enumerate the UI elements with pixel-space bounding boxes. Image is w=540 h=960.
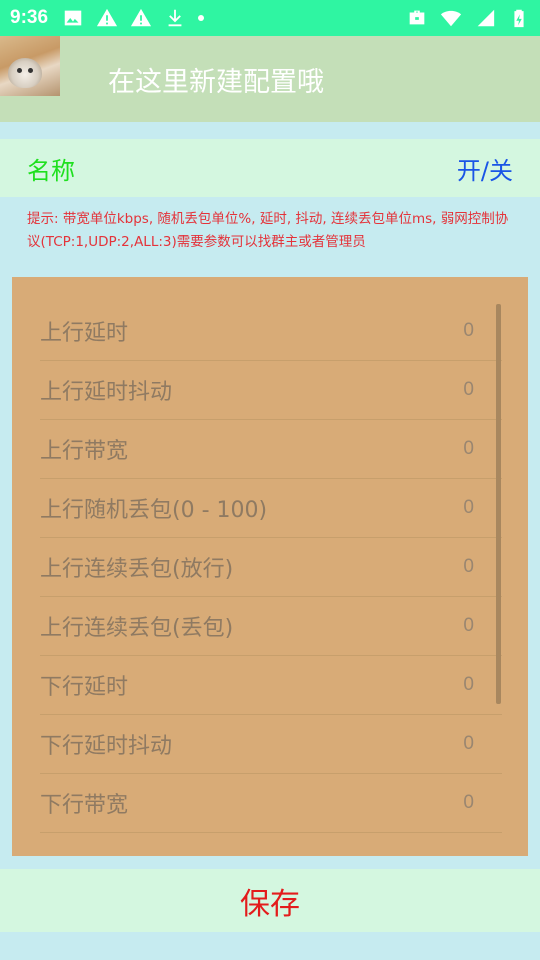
briefcase-icon — [406, 7, 428, 29]
param-row-uplink-burst-drop[interactable]: 上行连续丢包(丢包) 0 — [40, 597, 502, 656]
param-label: 上行连续丢包(丢包) — [40, 616, 234, 641]
wifi-icon — [440, 7, 462, 29]
system-icons — [406, 7, 530, 29]
param-row-downlink-delay[interactable]: 下行延时 0 — [40, 656, 502, 715]
param-row-uplink-delay[interactable]: 上行延时 0 — [40, 302, 502, 361]
page-title: 在这里新建配置哦 — [108, 67, 324, 98]
name-label[interactable]: 名称 — [27, 151, 75, 186]
param-row-uplink-bandwidth[interactable]: 上行带宽 0 — [40, 420, 502, 479]
notification-icons — [62, 7, 205, 29]
param-row-downlink-bandwidth[interactable]: 下行带宽 0 — [40, 774, 502, 833]
warning-icon — [130, 7, 152, 29]
battery-charging-icon — [508, 7, 530, 29]
param-row-uplink-random-loss[interactable]: 上行随机丢包(0 - 100) 0 — [40, 479, 502, 538]
param-label: 下行带宽 — [40, 793, 129, 818]
param-value-input[interactable]: 0 — [463, 438, 474, 460]
param-value-input[interactable]: 0 — [463, 497, 474, 519]
param-list: 上行延时 0 上行延时抖动 0 上行带宽 0 上行随机丢包(0 - 100) 0… — [40, 302, 502, 833]
param-row-uplink-jitter[interactable]: 上行延时抖动 0 — [40, 361, 502, 420]
avatar[interactable] — [0, 36, 60, 96]
param-row-downlink-jitter[interactable]: 下行延时抖动 0 — [40, 715, 502, 774]
param-label: 上行延时 — [40, 321, 129, 346]
param-panel: 上行延时 0 上行延时抖动 0 上行带宽 0 上行随机丢包(0 - 100) 0… — [12, 277, 528, 856]
param-label: 上行带宽 — [40, 439, 129, 464]
on-off-toggle[interactable]: 开/关 — [457, 151, 513, 186]
param-label: 上行随机丢包(0 - 100) — [40, 498, 268, 523]
download-icon — [164, 7, 186, 29]
param-value-input[interactable]: 0 — [463, 674, 474, 696]
name-row: 名称 开/关 — [0, 139, 540, 197]
param-row-uplink-burst-pass[interactable]: 上行连续丢包(放行) 0 — [40, 538, 502, 597]
app-header: 在这里新建配置哦 — [0, 36, 540, 122]
cat-avatar-image — [8, 58, 42, 88]
param-value-input[interactable]: 0 — [463, 615, 474, 637]
param-value-input[interactable]: 0 — [463, 556, 474, 578]
status-time: 9:36 — [10, 7, 49, 28]
image-icon — [62, 7, 84, 29]
hint-text: 提示: 带宽单位kbps, 随机丢包单位%, 延时, 抖动, 连续丢包单位ms,… — [27, 211, 509, 250]
status-bar: 9:36 — [0, 0, 540, 36]
param-value-input[interactable]: 0 — [463, 733, 474, 755]
param-label: 下行延时 — [40, 675, 129, 700]
param-value-input[interactable]: 0 — [463, 379, 474, 401]
scrollbar[interactable] — [496, 304, 501, 704]
param-label: 上行延时抖动 — [40, 380, 173, 405]
dot-icon — [198, 15, 205, 21]
signal-icon — [474, 7, 496, 29]
param-value-input[interactable]: 0 — [463, 320, 474, 342]
param-value-input[interactable]: 0 — [463, 792, 474, 814]
param-label: 上行连续丢包(放行) — [40, 557, 234, 582]
warning-icon — [96, 7, 118, 29]
param-label: 下行延时抖动 — [40, 734, 173, 759]
save-button[interactable]: 保存 — [0, 869, 540, 932]
